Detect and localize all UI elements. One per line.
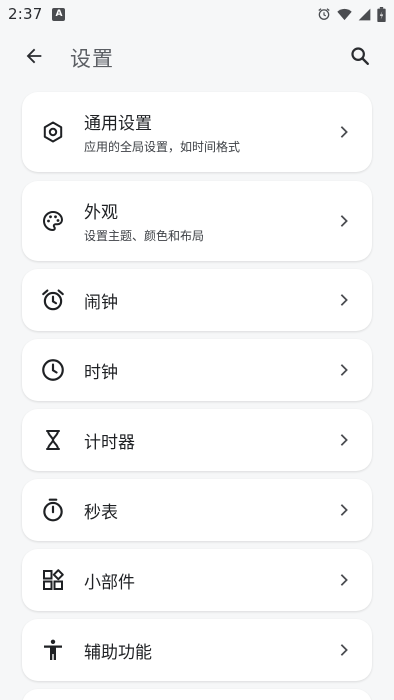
settings-item-stopwatch[interactable]: 秒表: [22, 479, 372, 541]
chevron-right-icon: [338, 362, 350, 378]
chevron-right-icon: [338, 292, 350, 308]
clock-icon: [40, 357, 66, 383]
settings-list: 通用设置 应用的全局设置，如时间格式 外观 设置主题、颜色和布局 闹钟 时钟 计…: [0, 0, 394, 700]
settings-screen: 2:37 A 设置 通用设置 应用的全局设置，如时间格式 外观 设置主题、颜色和…: [0, 0, 394, 700]
palette-icon: [40, 208, 66, 234]
settings-item-partial[interactable]: [22, 689, 372, 700]
chevron-right-icon: [338, 213, 350, 229]
chevron-right-icon: [338, 572, 350, 588]
settings-item-label: 时钟: [84, 363, 118, 383]
settings-item-alarm[interactable]: 闹钟: [22, 269, 372, 331]
settings-item-appearance[interactable]: 外观 设置主题、颜色和布局: [22, 181, 372, 261]
hexagon-settings-icon: [40, 119, 66, 145]
settings-item-subtitle: 设置主题、颜色和布局: [84, 229, 205, 243]
stopwatch-icon: [40, 497, 66, 523]
settings-item-label: 小部件: [84, 573, 135, 593]
settings-item-label: 秒表: [84, 503, 118, 523]
settings-item-label: 辅助功能: [84, 643, 152, 663]
accessibility-icon: [40, 637, 66, 663]
settings-item-label: 通用设置: [84, 114, 152, 134]
settings-item-timer[interactable]: 计时器: [22, 409, 372, 471]
widgets-icon: [40, 567, 66, 593]
chevron-right-icon: [338, 502, 350, 518]
alarm-clock-icon: [40, 287, 66, 313]
settings-item-subtitle: 应用的全局设置，如时间格式: [84, 140, 241, 154]
settings-item-widgets[interactable]: 小部件: [22, 549, 372, 611]
chevron-right-icon: [338, 124, 350, 140]
hourglass-icon: [40, 427, 66, 453]
settings-item-general[interactable]: 通用设置 应用的全局设置，如时间格式: [22, 92, 372, 172]
chevron-right-icon: [338, 642, 350, 658]
settings-item-label: 计时器: [84, 433, 135, 453]
settings-item-label: 外观: [84, 203, 118, 223]
settings-item-accessibility[interactable]: 辅助功能: [22, 619, 372, 681]
settings-item-clock[interactable]: 时钟: [22, 339, 372, 401]
chevron-right-icon: [338, 432, 350, 448]
settings-item-label: 闹钟: [84, 293, 118, 313]
